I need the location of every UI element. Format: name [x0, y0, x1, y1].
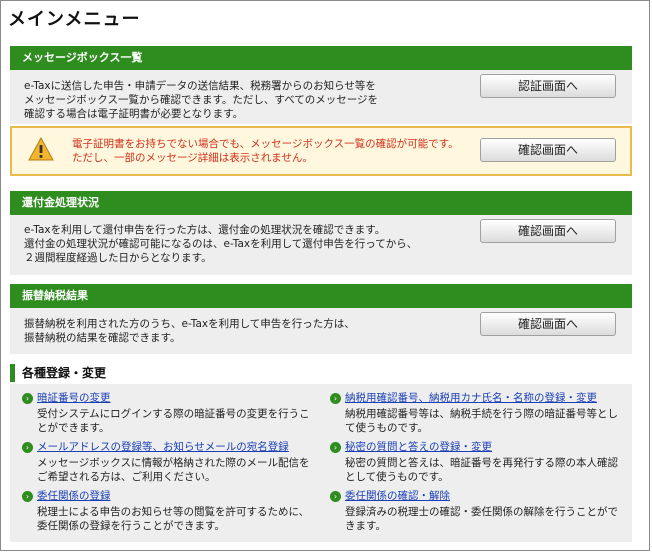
refund-confirm-button[interactable]: 確認画面へ: [480, 219, 616, 243]
registration-item-description: 税理士による申告のお知らせ等の閲覧を許可するために、 委任関係の登録を行うことが…: [37, 506, 310, 532]
section-body-transfer-tax: 振替納税を利用された方のうち、e-Taxを利用して申告を行った方は、 振替納税の…: [10, 308, 632, 354]
chevron-right-icon: ›: [330, 491, 341, 502]
link-email-registration[interactable]: メールアドレスの登録等、お知らせメールの宛名登録: [37, 441, 289, 454]
message-box-confirm-button[interactable]: 確認画面へ: [480, 138, 616, 162]
section-body-refund: e-Taxを利用して還付申告を行った方は、還付金の処理状況を確認できます。 還付…: [10, 215, 632, 275]
section-header-transfer-tax: 振替納税結果: [10, 284, 632, 308]
chevron-right-icon: ›: [22, 491, 33, 502]
registration-item-description: メッセージボックスに情報が格納された際のメール配信を ご希望される方は、ご利用く…: [37, 457, 310, 483]
warning-message: 電子証明書をお持ちでない場合でも、メッセージボックス一覧の確認が可能です。 ただ…: [72, 138, 459, 164]
section-body-message-box: e-Taxに送信した申告・申請データの送信結果、税務署からのお知らせ等を メッセ…: [10, 70, 632, 124]
chevron-right-icon: ›: [330, 393, 341, 404]
transfer-tax-description: 振替納税を利用された方のうち、e-Taxを利用して申告を行った方は、 振替納税の…: [24, 318, 355, 344]
registration-item-description: 納税用確認番号等は、納税手続を行う際の暗証番号等とし て使うものです。: [345, 408, 618, 434]
chevron-right-icon: ›: [330, 442, 341, 453]
refund-description: e-Taxを利用して還付申告を行った方は、還付金の処理状況を確認できます。 還付…: [24, 224, 418, 264]
registration-list: › 暗証番号の変更 受付システムにログインする際の暗証番号の変更を行うこ とがで…: [10, 384, 632, 542]
transfer-tax-confirm-button[interactable]: 確認画面へ: [480, 312, 616, 336]
registration-item-description: 秘密の質問と答えは、暗証番号を再発行する際の本人確認 として使うものです。: [345, 457, 618, 483]
registration-item-description: 登録済みの税理士の確認・委任関係の解除を行うことがで きます。: [345, 506, 618, 532]
page-title: メインメニュー: [8, 9, 141, 30]
link-delegation-check[interactable]: 委任関係の確認・解除: [345, 490, 450, 503]
link-secret-question[interactable]: 秘密の質問と答えの登録・変更: [345, 441, 492, 454]
message-box-description: e-Taxに送信した申告・申請データの送信結果、税務署からのお知らせ等を メッセ…: [24, 80, 379, 120]
message-box-auth-button[interactable]: 認証画面へ: [480, 74, 616, 98]
link-payment-number-registration[interactable]: 納税用確認番号、納税用カナ氏名・名称の登録・変更: [345, 392, 597, 405]
section-header-refund: 還付金処理状況: [10, 191, 632, 215]
chevron-right-icon: ›: [22, 442, 33, 453]
chevron-right-icon: ›: [22, 393, 33, 404]
warning-box: 電子証明書をお持ちでない場合でも、メッセージボックス一覧の確認が可能です。 ただ…: [10, 126, 632, 176]
link-delegation-registration[interactable]: 委任関係の登録: [37, 490, 111, 503]
registration-item-description: 受付システムにログインする際の暗証番号の変更を行うこ とができます。: [37, 408, 310, 434]
registration-heading: 各種登録・変更: [10, 364, 106, 382]
warning-triangle-icon: [28, 137, 54, 161]
section-header-message-box: メッセージボックス一覧: [10, 46, 632, 70]
link-password-change[interactable]: 暗証番号の変更: [37, 392, 111, 405]
